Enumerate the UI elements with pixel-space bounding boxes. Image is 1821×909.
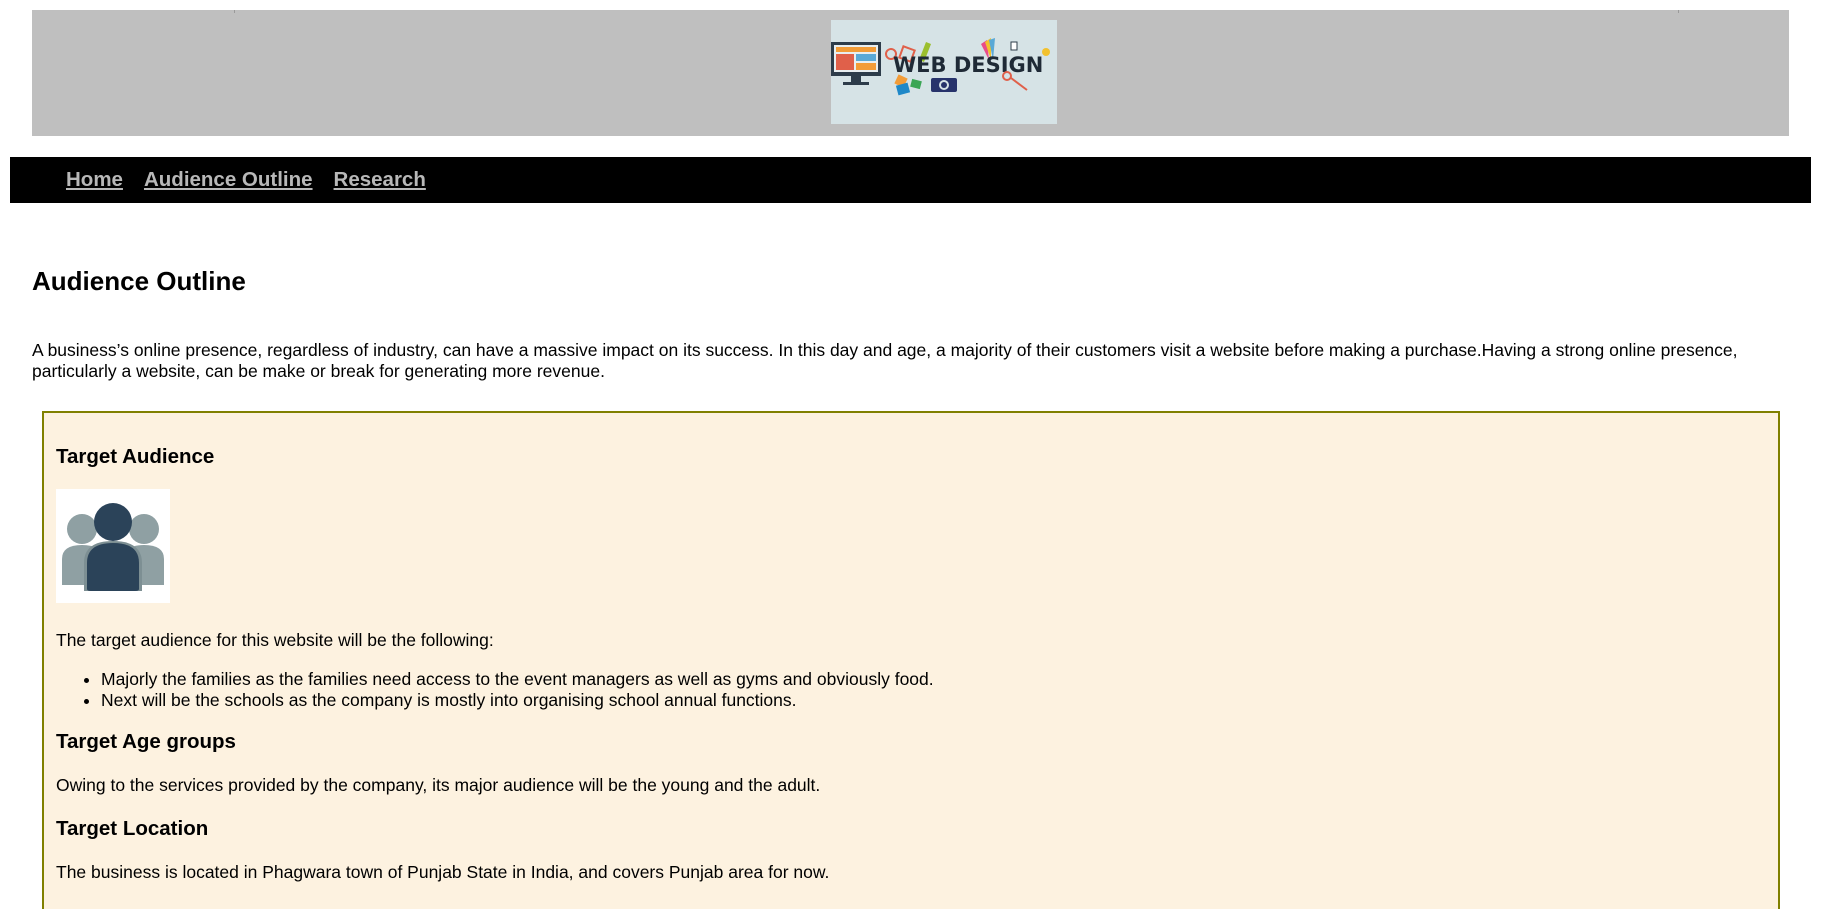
target-location-text: The business is located in Phagwara town…: [56, 862, 830, 882]
target-audience-heading: Target Audience: [56, 445, 215, 468]
intro-paragraph: A business’s online presence, regardless…: [32, 340, 1738, 381]
nav-link-home[interactable]: Home: [66, 168, 123, 192]
audience-group-image: [56, 489, 170, 603]
banner-divider: [234, 10, 235, 13]
list-item: Next will be the schools as the company …: [101, 690, 934, 711]
nav-link-research[interactable]: Research: [334, 168, 426, 192]
target-age-heading: Target Age groups: [56, 730, 236, 753]
target-location-heading: Target Location: [56, 817, 209, 840]
page: WEB DESIGN Home Audience Outline Researc…: [0, 0, 1821, 909]
page-title: Audience Outline: [32, 266, 246, 296]
svg-text:WEB DESIGN: WEB DESIGN: [893, 53, 1043, 77]
target-age-text: Owing to the services provided by the co…: [56, 775, 821, 795]
main-nav: Home Audience Outline Research: [10, 157, 1811, 203]
web-design-logo: WEB DESIGN: [831, 20, 1057, 124]
list-item: Majorly the families as the families nee…: [101, 669, 934, 690]
nav-link-audience-outline[interactable]: Audience Outline: [144, 168, 313, 192]
people-group-icon: [62, 503, 164, 591]
banner-divider: [1678, 10, 1679, 13]
header-banner: WEB DESIGN: [32, 10, 1789, 136]
web-design-logo-graphic: WEB DESIGN: [831, 20, 1057, 124]
target-audience-list: Majorly the families as the families nee…: [56, 669, 934, 711]
audience-details-box: Target Audience The target audience for …: [42, 411, 1780, 909]
target-audience-lead: The target audience for this website wil…: [56, 630, 494, 650]
